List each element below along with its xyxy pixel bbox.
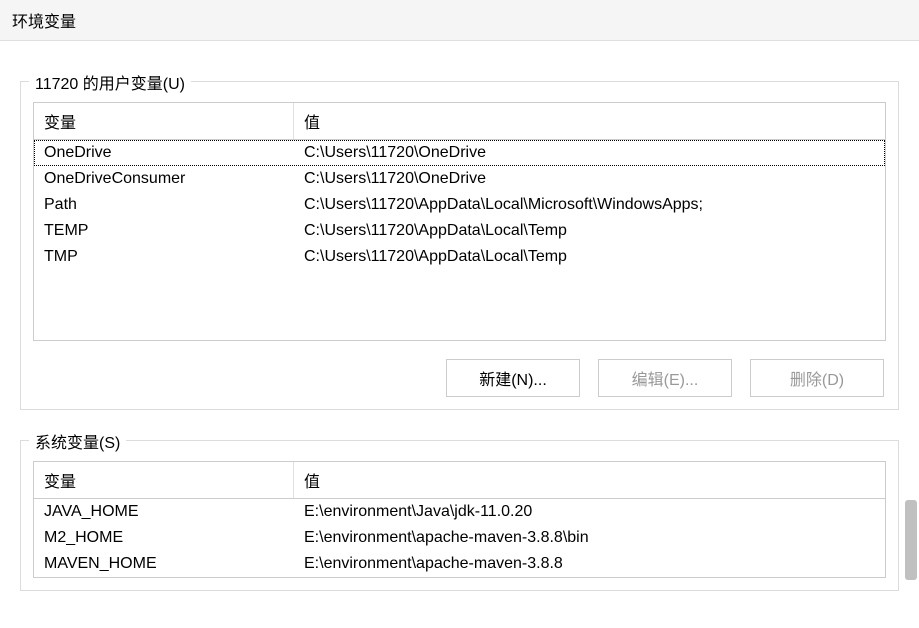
system-row-variable: M2_HOME <box>34 525 294 551</box>
table-row[interactable]: MAVEN_HOMEE:\environment\apache-maven-3.… <box>34 551 885 577</box>
user-new-button[interactable]: 新建(N)... <box>446 359 580 397</box>
table-row[interactable]: M2_HOMEE:\environment\apache-maven-3.8.8… <box>34 525 885 551</box>
table-row[interactable]: TMPC:\Users\11720\AppData\Local\Temp <box>34 244 885 270</box>
user-delete-button[interactable]: 删除(D) <box>750 359 884 397</box>
dialog-title: 环境变量 <box>0 0 919 41</box>
user-table-body: OneDriveC:\Users\11720\OneDriveOneDriveC… <box>34 140 885 340</box>
user-variables-label: 11720 的用户变量(U) <box>29 70 191 94</box>
system-row-value: E:\environment\apache-maven-3.8.8\bin <box>294 525 885 551</box>
user-button-row: 新建(N)... 编辑(E)... 删除(D) <box>33 359 886 397</box>
user-row-value: C:\Users\11720\AppData\Local\Temp <box>294 218 885 244</box>
table-row[interactable]: PathC:\Users\11720\AppData\Local\Microso… <box>34 192 885 218</box>
user-header-value[interactable]: 值 <box>294 103 885 139</box>
system-header-value[interactable]: 值 <box>294 462 885 498</box>
user-row-variable: OneDriveConsumer <box>34 166 294 192</box>
user-table-header: 变量 值 <box>34 103 885 140</box>
user-row-variable: Path <box>34 192 294 218</box>
user-variables-group: 11720 的用户变量(U) 变量 值 OneDriveC:\Users\117… <box>20 81 899 410</box>
user-edit-button[interactable]: 编辑(E)... <box>598 359 732 397</box>
system-row-value: E:\environment\Java\jdk-11.0.20 <box>294 499 885 525</box>
system-variables-label: 系统变量(S) <box>29 429 126 453</box>
scrollbar-thumb[interactable] <box>905 500 917 580</box>
user-row-variable: TMP <box>34 244 294 270</box>
system-table-header: 变量 值 <box>34 462 885 499</box>
system-row-value: E:\environment\apache-maven-3.8.8 <box>294 551 885 577</box>
user-row-value: C:\Users\11720\OneDrive <box>294 140 885 166</box>
system-row-variable: JAVA_HOME <box>34 499 294 525</box>
user-row-variable: OneDrive <box>34 140 294 166</box>
system-row-variable: MAVEN_HOME <box>34 551 294 577</box>
user-variables-table[interactable]: 变量 值 OneDriveC:\Users\11720\OneDriveOneD… <box>33 102 886 341</box>
system-variables-table[interactable]: 变量 值 JAVA_HOMEE:\environment\Java\jdk-11… <box>33 461 886 578</box>
content-area: 11720 的用户变量(U) 变量 值 OneDriveC:\Users\117… <box>0 41 919 591</box>
table-row[interactable]: JAVA_HOMEE:\environment\Java\jdk-11.0.20 <box>34 499 885 525</box>
user-row-variable: TEMP <box>34 218 294 244</box>
user-header-variable[interactable]: 变量 <box>34 103 294 139</box>
user-row-value: C:\Users\11720\OneDrive <box>294 166 885 192</box>
user-row-value: C:\Users\11720\AppData\Local\Temp <box>294 244 885 270</box>
table-row[interactable]: OneDriveConsumerC:\Users\11720\OneDrive <box>34 166 885 192</box>
system-header-variable[interactable]: 变量 <box>34 462 294 498</box>
system-table-body: JAVA_HOMEE:\environment\Java\jdk-11.0.20… <box>34 499 885 577</box>
system-variables-group: 系统变量(S) 变量 值 JAVA_HOMEE:\environment\Jav… <box>20 440 899 591</box>
table-row[interactable]: TEMPC:\Users\11720\AppData\Local\Temp <box>34 218 885 244</box>
table-row[interactable]: OneDriveC:\Users\11720\OneDrive <box>34 140 885 166</box>
user-row-value: C:\Users\11720\AppData\Local\Microsoft\W… <box>294 192 885 218</box>
